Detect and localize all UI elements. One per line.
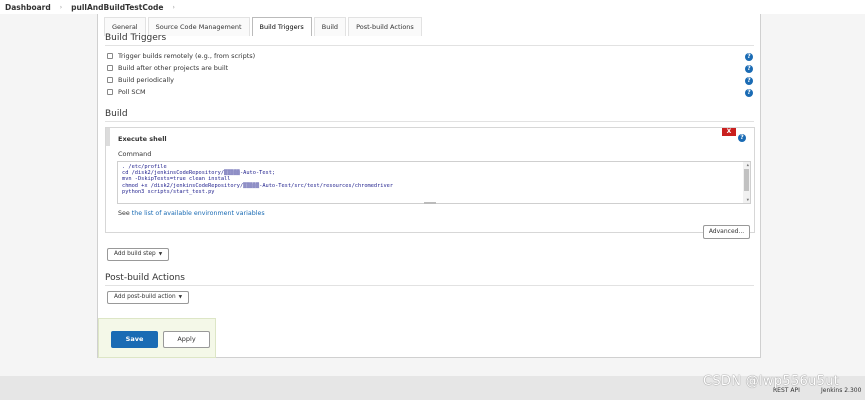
breadcrumb-separator-icon: › — [172, 3, 175, 11]
add-build-step-button[interactable]: Add build step ▼ — [107, 248, 170, 261]
watermark: CSDN @lwp556u5ut — [703, 374, 840, 389]
breadcrumb-dashboard[interactable]: Dashboard — [5, 3, 51, 12]
help-icon[interactable]: ? — [738, 134, 746, 142]
scroll-up-icon[interactable]: ▲ — [747, 162, 749, 168]
command-line: python3 scripts/start_test.py — [122, 188, 215, 195]
help-icon[interactable]: ? — [745, 89, 753, 97]
help-icon[interactable]: ? — [745, 53, 753, 61]
build-triggers-title: Build Triggers — [105, 33, 167, 43]
envvars-note: See the list of available environment va… — [118, 210, 265, 217]
see-prefix: See — [118, 210, 132, 217]
option-label: Trigger builds remotely (e.g., from scri… — [118, 52, 256, 60]
help-icon[interactable]: ? — [745, 77, 753, 85]
breadcrumb: Dashboard › pullAndBuildTestCode › — [0, 0, 865, 14]
scroll-down-icon[interactable]: ▼ — [747, 197, 749, 203]
command-label: Command — [118, 150, 152, 158]
delete-step-button[interactable]: X — [722, 128, 736, 136]
breadcrumb-separator-icon: › — [59, 3, 63, 11]
post-build-title: Post-build Actions — [105, 273, 185, 283]
envvars-link[interactable]: the list of available environment variab… — [132, 210, 265, 217]
tab-build[interactable]: Build — [313, 17, 347, 36]
option-label: Poll SCM — [118, 88, 146, 96]
advanced-button[interactable]: Advanced... — [703, 225, 750, 239]
section-divider — [105, 285, 754, 286]
section-divider — [105, 45, 754, 46]
trigger-periodically-option[interactable]: Build periodically — [107, 76, 174, 84]
breadcrumb-job[interactable]: pullAndBuildTestCode — [71, 3, 163, 12]
apply-button[interactable]: Apply — [163, 331, 210, 348]
tab-post-build-actions[interactable]: Post-build Actions — [348, 17, 422, 36]
trigger-after-other-option[interactable]: Build after other projects are built — [107, 64, 228, 72]
form-actions: Save Apply — [98, 318, 216, 358]
drag-handle[interactable] — [106, 128, 110, 146]
scrollbar-thumb[interactable] — [744, 169, 749, 191]
build-title: Build — [105, 109, 128, 119]
scrollbar[interactable]: ▲ ▼ — [743, 162, 750, 203]
checkbox[interactable] — [107, 77, 113, 83]
checkbox[interactable] — [107, 65, 113, 71]
resize-handle[interactable] — [424, 202, 436, 204]
add-post-build-action-button[interactable]: Add post-build action ▼ — [107, 291, 190, 304]
option-label: Build periodically — [118, 76, 174, 84]
add-build-step-label: Add build step — [114, 251, 156, 257]
help-icon[interactable]: ? — [745, 65, 753, 73]
checkbox[interactable] — [107, 53, 113, 59]
tab-build-triggers[interactable]: Build Triggers — [251, 17, 312, 36]
option-label: Build after other projects are built — [118, 64, 229, 72]
step-title: Execute shell — [118, 135, 167, 143]
command-textarea[interactable]: . /etc/profile cd /disk2/jenkinsCodeRepo… — [117, 161, 751, 204]
execute-shell-step: Execute shell X ? Command . /etc/profile… — [105, 127, 755, 239]
save-button[interactable]: Save — [111, 331, 158, 348]
trigger-remote-option[interactable]: Trigger builds remotely (e.g., from scri… — [107, 52, 255, 60]
add-post-build-label: Add post-build action — [114, 294, 176, 300]
trigger-poll-scm-option[interactable]: Poll SCM — [107, 88, 146, 96]
section-divider — [105, 121, 754, 122]
caret-down-icon: ▼ — [178, 295, 183, 300]
checkbox[interactable] — [107, 89, 113, 95]
config-panel: General Source Code Management Build Tri… — [97, 14, 761, 358]
caret-down-icon: ▼ — [158, 252, 163, 257]
